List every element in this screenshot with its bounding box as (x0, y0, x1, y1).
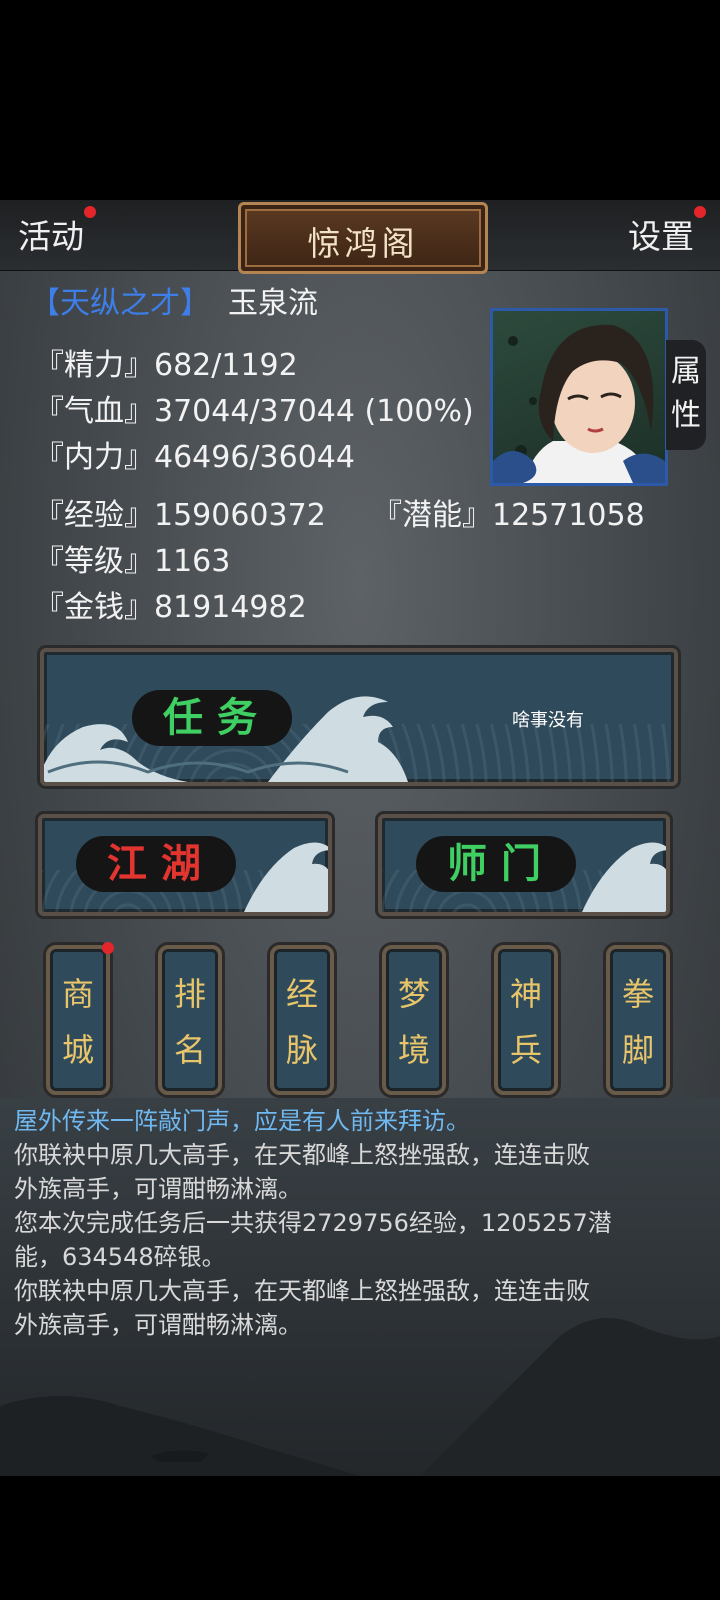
stat-potential: 『潜能』12571058 (372, 498, 645, 533)
stat-energy: 『精力』682/1192 (34, 348, 298, 383)
log-line: 能，634548碎银。 (14, 1243, 226, 1271)
stat-level: 『等级』1163 (34, 544, 231, 579)
activity-notification-dot (84, 206, 96, 218)
attributes-tab-char-1: 属 (671, 354, 701, 389)
stat-hp: 『气血』37044/37044 (100%) (34, 394, 474, 429)
meridians-label-top: 经 (285, 975, 318, 1013)
game-screen: 活动 惊鸿阁 设置 【天纵之才】 玉泉流 『精力』682/1192 『气血』37… (0, 200, 720, 1476)
sect-panel[interactable]: 师门 (378, 814, 670, 916)
fist-kick-button[interactable]: 拳 脚 (606, 945, 670, 1095)
divine-weapon-label-bottom: 兵 (509, 1031, 542, 1069)
activity-label: 活动 (18, 217, 84, 256)
jianghu-panel[interactable]: 江湖 (38, 814, 332, 916)
wave-decoration (244, 842, 328, 912)
shop-label-top: 商 (61, 975, 94, 1013)
shop-button[interactable]: 商 城 (46, 945, 110, 1095)
dreamland-label-top: 梦 (397, 975, 430, 1013)
ranking-label-bottom: 名 (173, 1031, 206, 1069)
shop-notification-dot (102, 942, 114, 954)
divine-weapon-button[interactable]: 神 兵 (494, 945, 558, 1095)
top-bar: 活动 惊鸿阁 设置 (0, 200, 720, 274)
sect-button[interactable]: 师门 (416, 836, 576, 892)
message-log[interactable]: 屋外传来一阵敲门声，应是有人前来拜访。 你联袂中原几大高手，在天都峰上怒挫强敌，… (0, 1098, 720, 1476)
page-title: 惊鸿阁 (307, 224, 419, 263)
log-line: 外族高手，可谓酣畅淋漓。 (14, 1175, 302, 1203)
character-name: 玉泉流 (228, 286, 318, 321)
log-line: 屋外传来一阵敲门声，应是有人前来拜访。 (14, 1107, 470, 1135)
attributes-tab[interactable]: 属 性 (666, 340, 706, 450)
stat-exp: 『经验』159060372 (34, 498, 326, 533)
quest-status-note: 啥事没有 (512, 710, 584, 731)
title-plaque: 惊鸿阁 (238, 202, 488, 274)
character-portrait[interactable] (490, 308, 668, 486)
settings-notification-dot (694, 206, 706, 218)
jianghu-button[interactable]: 江湖 (76, 836, 236, 892)
portrait-illustration (493, 324, 665, 483)
shop-label-bottom: 城 (61, 1031, 94, 1069)
settings-button[interactable]: 设置 (628, 210, 694, 258)
dreamland-button[interactable]: 梦 境 (382, 945, 446, 1095)
ranking-label-top: 排 (173, 975, 206, 1013)
log-line: 外族高手，可谓酣畅淋漓。 (14, 1311, 302, 1339)
fist-kick-label-top: 拳 (621, 975, 654, 1013)
rank-title: 【天纵之才】 (30, 286, 210, 321)
activity-button[interactable]: 活动 (18, 210, 84, 258)
log-line: 你联袂中原几大高手，在天都峰上怒挫强敌，连连击败 (14, 1141, 590, 1169)
attributes-tab-char-2: 性 (671, 398, 701, 433)
stat-money: 『金钱』81914982 (34, 590, 307, 625)
quest-panel[interactable]: 任务 啥事没有 (40, 648, 678, 786)
fist-kick-label-bottom: 脚 (621, 1031, 654, 1069)
divine-weapon-label-top: 神 (509, 975, 542, 1013)
meridians-button[interactable]: 经 脉 (270, 945, 334, 1095)
dreamland-label-bottom: 境 (397, 1031, 430, 1069)
log-line: 你联袂中原几大高手，在天都峰上怒挫强敌，连连击败 (14, 1277, 590, 1305)
settings-label: 设置 (628, 217, 694, 256)
meridians-label-bottom: 脉 (285, 1031, 318, 1069)
log-line: 您本次完成任务后一共获得2729756经验，1205257潜 (14, 1209, 612, 1237)
ranking-button[interactable]: 排 名 (158, 945, 222, 1095)
wave-decoration (582, 842, 666, 912)
stat-inner-power: 『内力』46496/36044 (34, 440, 355, 475)
quest-button[interactable]: 任务 (132, 690, 292, 746)
